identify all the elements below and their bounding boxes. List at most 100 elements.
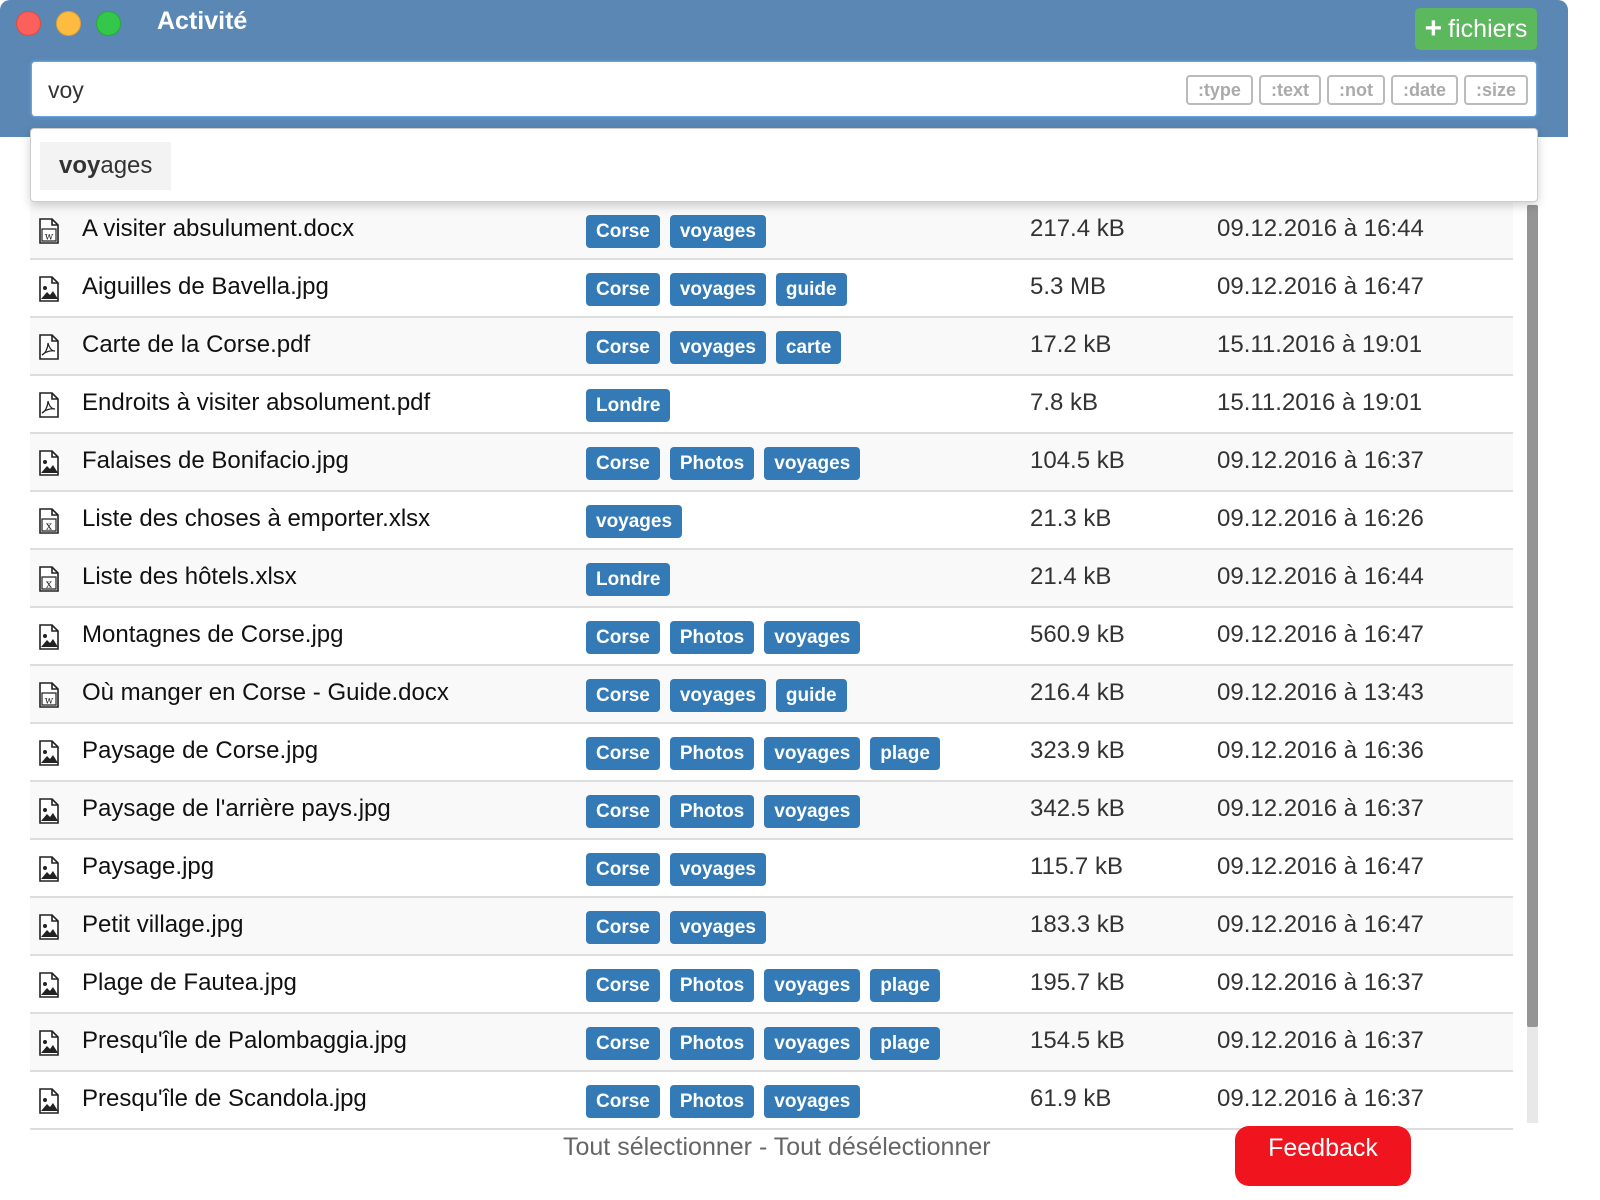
tag-badge[interactable]: voyages <box>764 737 861 770</box>
file-row[interactable]: Paysage de Corse.jpg Corse Photos voyages pl… <box>30 724 1513 782</box>
tag-badge[interactable]: Photos <box>669 1027 755 1060</box>
file-tags: Corse Photos voyages <box>586 621 861 654</box>
file-date: 09.12.2016 à 16:44 <box>1217 563 1424 590</box>
tag-badge[interactable]: Corse <box>586 273 660 306</box>
tag-badge[interactable]: Corse <box>586 969 660 1002</box>
tag-badge[interactable]: Corse <box>586 737 660 770</box>
tag-badge[interactable]: Corse <box>586 911 660 944</box>
filter-date-button[interactable]: :date <box>1390 75 1458 105</box>
file-tags: Corse Photos voyages plage <box>586 737 940 770</box>
tag-badge[interactable]: Photos <box>669 969 755 1002</box>
file-tags: Corse voyages guide <box>586 679 847 712</box>
file-name: Presqu'île de Scandola.jpg <box>82 1085 367 1112</box>
file-row[interactable]: Presqu'île de Scandola.jpg Corse Photos voy… <box>30 1072 1513 1130</box>
tag-badge[interactable]: voyages <box>669 679 766 712</box>
tag-badge[interactable]: guide <box>775 273 847 306</box>
excel-file-icon: x <box>38 508 60 534</box>
tag-badge[interactable]: Photos <box>669 1085 755 1118</box>
tag-badge[interactable]: Londre <box>586 563 671 596</box>
maximize-window-button[interactable] <box>96 11 121 36</box>
tag-badge[interactable]: Corse <box>586 679 660 712</box>
image-file-icon <box>38 798 60 824</box>
file-row[interactable]: Plage de Fautea.jpg Corse Photos voyages pla… <box>30 956 1513 1014</box>
tag-badge[interactable]: Corse <box>586 1085 660 1118</box>
search-input[interactable] <box>46 62 1050 118</box>
tag-badge[interactable]: voyages <box>764 447 861 480</box>
file-row[interactable]: Paysage.jpg Corse voyages 115.7 kB 09.12.201… <box>30 840 1513 898</box>
tag-badge[interactable]: Photos <box>669 621 755 654</box>
file-row[interactable]: Aiguilles de Bavella.jpg Corse voyages guid… <box>30 260 1513 318</box>
tag-badge[interactable]: Corse <box>586 331 660 364</box>
tag-badge[interactable]: Corse <box>586 621 660 654</box>
suggestion-rest: ages <box>100 152 153 179</box>
file-row[interactable]: x Liste des hôtels.xlsx Londre 21.4 kB 09.12… <box>30 550 1513 608</box>
scrollbar-thumb[interactable] <box>1527 205 1538 1027</box>
filter-not-button[interactable]: :not <box>1326 75 1385 105</box>
tag-badge[interactable]: Corse <box>586 1027 660 1060</box>
file-size: 21.3 kB <box>1030 505 1112 532</box>
file-tags: Corse Photos voyages <box>586 447 861 480</box>
select-all-link[interactable]: Tout sélectionner <box>563 1133 752 1161</box>
file-size: 17.2 kB <box>1030 331 1112 358</box>
feedback-button[interactable]: Feedback <box>1235 1126 1411 1186</box>
tag-badge[interactable]: Corse <box>586 215 660 248</box>
file-name: Paysage.jpg <box>82 853 215 880</box>
file-row[interactable]: Presqu'île de Palombaggia.jpg Corse Photos… <box>30 1014 1513 1072</box>
suggestion-item[interactable]: voyages <box>40 142 172 190</box>
tag-badge[interactable]: Corse <box>586 447 660 480</box>
filter-type-button[interactable]: :type <box>1185 75 1253 105</box>
tag-badge[interactable]: Photos <box>669 795 755 828</box>
image-file-icon <box>38 740 60 766</box>
file-tags: Londre <box>586 563 671 596</box>
tag-badge[interactable]: Photos <box>669 737 755 770</box>
tag-badge[interactable]: guide <box>775 679 847 712</box>
filter-size-button[interactable]: :size <box>1463 75 1528 105</box>
word-file-icon: w <box>38 682 60 708</box>
image-file-icon <box>38 972 60 998</box>
image-file-icon <box>38 1030 60 1056</box>
tag-badge[interactable]: voyages <box>669 215 766 248</box>
add-files-label: fichiers <box>1448 14 1528 43</box>
tag-badge[interactable]: plage <box>870 969 940 1002</box>
tag-badge[interactable]: voyages <box>764 1027 861 1060</box>
image-file-icon <box>38 276 60 302</box>
tag-badge[interactable]: Photos <box>669 447 755 480</box>
tag-badge[interactable]: plage <box>870 737 940 770</box>
file-size: 216.4 kB <box>1030 679 1125 706</box>
tag-badge[interactable]: Corse <box>586 853 660 886</box>
tag-badge[interactable]: voyages <box>764 1085 861 1118</box>
scrollbar[interactable] <box>1527 205 1538 1123</box>
tag-badge[interactable]: voyages <box>764 795 861 828</box>
file-row[interactable]: Paysage de l'arrière pays.jpg Corse Photos… <box>30 782 1513 840</box>
tag-badge[interactable]: voyages <box>669 853 766 886</box>
add-files-button[interactable]: + fichiers <box>1415 8 1537 50</box>
file-tags: voyages <box>586 505 683 538</box>
tag-badge[interactable]: Londre <box>586 389 671 422</box>
minimize-window-button[interactable] <box>56 11 81 36</box>
filter-text-button[interactable]: :text <box>1258 75 1321 105</box>
tag-badge[interactable]: voyages <box>764 621 861 654</box>
file-row[interactable]: w A visiter absulument.docx Corse voyages 21… <box>30 202 1513 260</box>
tag-badge[interactable]: plage <box>870 1027 940 1060</box>
tag-badge[interactable]: voyages <box>764 969 861 1002</box>
tag-badge[interactable]: voyages <box>669 331 766 364</box>
file-row[interactable]: x Liste des choses à emporter.xlsx voyages… <box>30 492 1513 550</box>
excel-file-icon: x <box>38 566 60 592</box>
file-row[interactable]: Falaises de Bonifacio.jpg Corse Photos voya… <box>30 434 1513 492</box>
file-size: 61.9 kB <box>1030 1085 1112 1112</box>
file-date: 09.12.2016 à 13:43 <box>1217 679 1424 706</box>
close-window-button[interactable] <box>16 11 41 36</box>
deselect-all-link[interactable]: Tout désélectionner <box>774 1133 991 1161</box>
tag-badge[interactable]: voyages <box>669 911 766 944</box>
file-row[interactable]: w Où manger en Corse - Guide.docx Corse voy… <box>30 666 1513 724</box>
tag-badge[interactable]: voyages <box>586 505 683 538</box>
file-name: Liste des hôtels.xlsx <box>82 563 297 590</box>
tag-badge[interactable]: carte <box>775 331 842 364</box>
file-row[interactable]: Petit village.jpg Corse voyages 183.3 kB 09.… <box>30 898 1513 956</box>
file-row[interactable]: Carte de la Corse.pdf Corse voyages carte 17… <box>30 318 1513 376</box>
image-file-icon <box>38 450 60 476</box>
file-row[interactable]: Endroits à visiter absolument.pdf Londre 7… <box>30 376 1513 434</box>
tag-badge[interactable]: voyages <box>669 273 766 306</box>
tag-badge[interactable]: Corse <box>586 795 660 828</box>
file-row[interactable]: Montagnes de Corse.jpg Corse Photos voyages… <box>30 608 1513 666</box>
